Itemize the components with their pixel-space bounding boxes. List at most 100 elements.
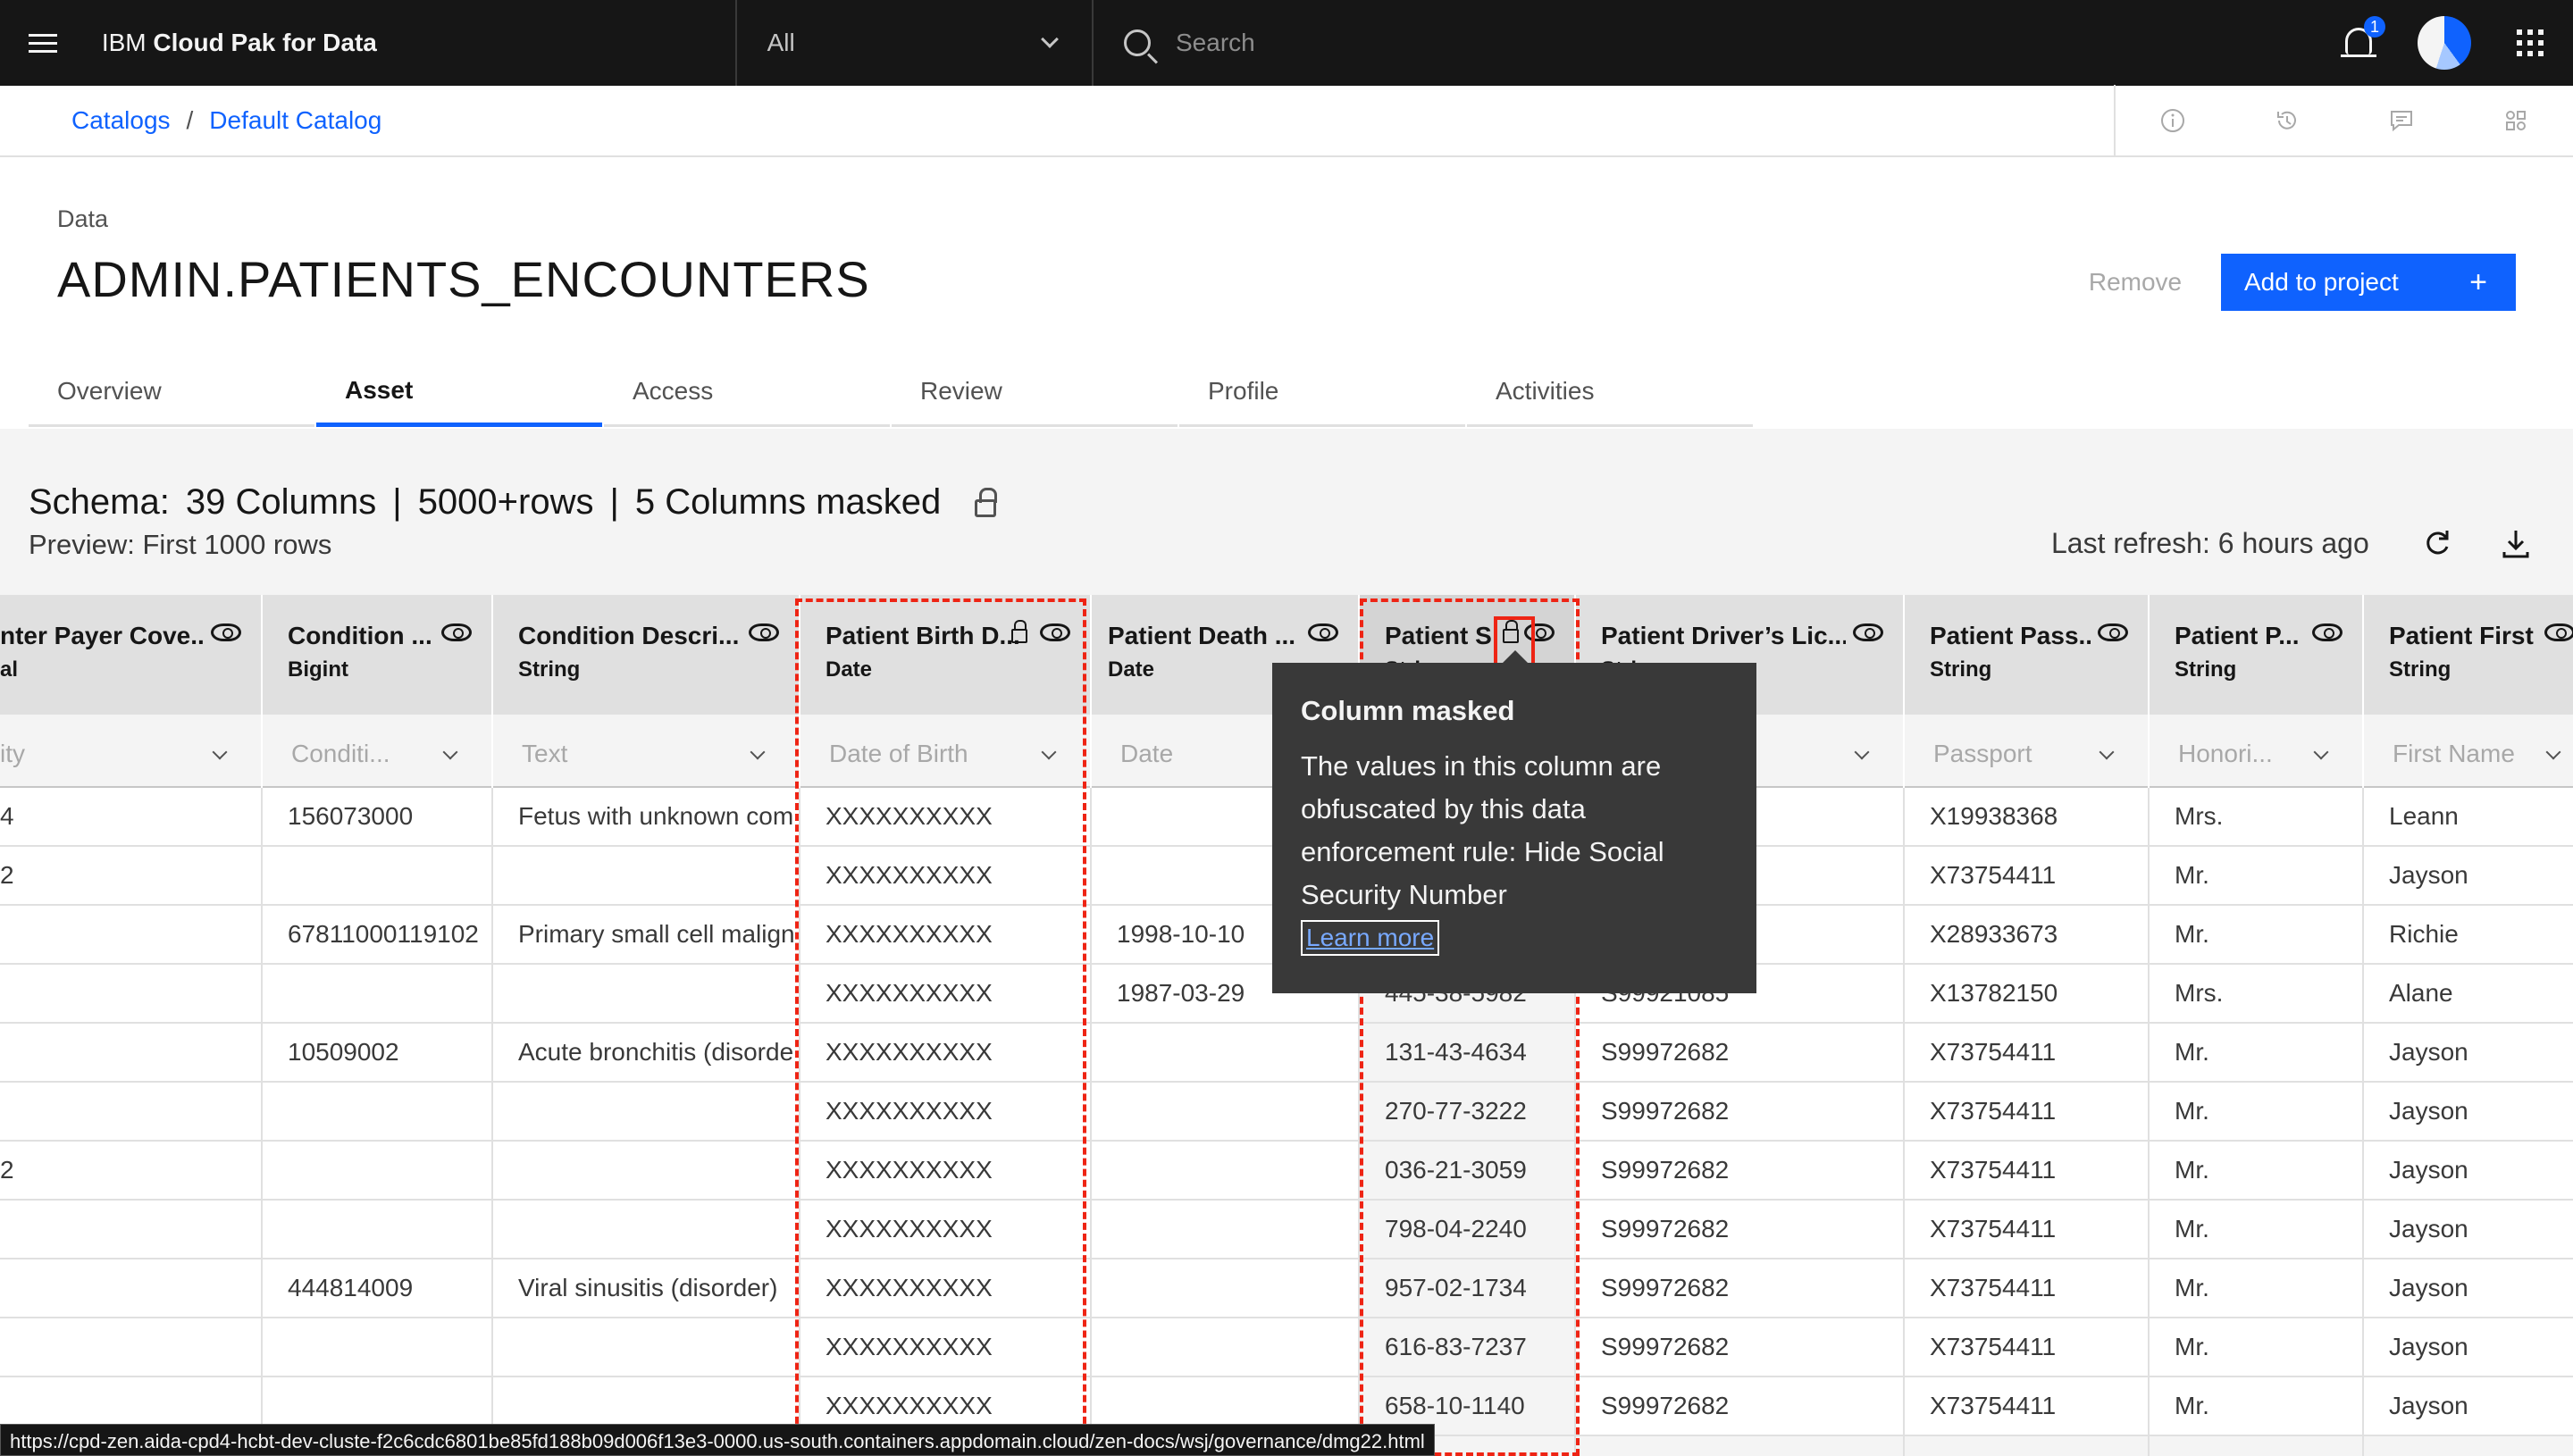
column-header[interactable]: Patient P... String bbox=[2150, 595, 2364, 715]
column-filter[interactable]: Honori... bbox=[2150, 715, 2364, 788]
table-cell bbox=[0, 906, 263, 920]
breadcrumb-catalogs[interactable]: Catalogs bbox=[71, 106, 171, 135]
table-row[interactable]: 2 XXXXXXXXXX 036-21-3059 S99972682 X73754411… bbox=[0, 1142, 2573, 1201]
tab-activities[interactable]: Activities bbox=[1467, 357, 1753, 427]
eye-icon[interactable] bbox=[1853, 623, 1883, 641]
refresh-icon[interactable] bbox=[2419, 525, 2455, 561]
chevron-down-icon bbox=[212, 744, 228, 760]
eye-icon[interactable] bbox=[2098, 623, 2128, 641]
column-type: al bbox=[0, 657, 19, 682]
table-cell: X73754411 bbox=[1930, 1215, 2057, 1243]
learn-more-link[interactable]: Learn more bbox=[1301, 920, 1440, 956]
table-cell bbox=[288, 847, 493, 861]
table-cell: Alane bbox=[2389, 979, 2453, 1007]
hamburger-menu-icon[interactable] bbox=[0, 0, 86, 86]
table-cell: X28933673 bbox=[1930, 920, 2058, 948]
column-header[interactable]: nter Payer Cove... al bbox=[0, 595, 263, 715]
eye-icon[interactable] bbox=[441, 623, 472, 641]
eye-icon[interactable] bbox=[2312, 623, 2343, 641]
schema-separator: | bbox=[392, 482, 402, 522]
table-cell: Mr. bbox=[2175, 1156, 2209, 1184]
table-cell: Jayson bbox=[2389, 861, 2468, 889]
table-cell: X19938368 bbox=[1930, 802, 2058, 830]
table-row[interactable]: 444814009 Viral sinusitis (disorder) XXXXX… bbox=[0, 1259, 2573, 1318]
add-to-project-label: Add to project bbox=[2244, 268, 2399, 296]
table-cell: 10509002 bbox=[288, 1038, 399, 1066]
table-cell bbox=[288, 965, 493, 979]
column-filter[interactable]: First Name bbox=[2364, 715, 2573, 788]
user-avatar-button[interactable] bbox=[2401, 0, 2487, 86]
tab-review[interactable]: Review bbox=[892, 357, 1178, 427]
column-name: Condition Descri... bbox=[518, 622, 740, 649]
table-cell: Mr. bbox=[2175, 861, 2209, 889]
table-cell bbox=[1117, 1318, 1360, 1333]
column-filter[interactable]: Conditi... bbox=[263, 715, 493, 788]
table-cell bbox=[0, 1024, 263, 1038]
table-cell: Mrs. bbox=[2175, 979, 2224, 1007]
column-name: Patient Death ... bbox=[1108, 622, 1296, 649]
table-cell: X13782150 bbox=[1930, 979, 2058, 1007]
eye-icon[interactable] bbox=[1308, 623, 1338, 641]
product-name[interactable]: IBM Cloud Pak for Data bbox=[86, 29, 735, 57]
remove-button[interactable]: Remove bbox=[2055, 254, 2216, 311]
table-cell bbox=[288, 1318, 493, 1333]
column-header[interactable]: Patient First N... String bbox=[2364, 595, 2573, 715]
column-type: String bbox=[1930, 657, 1992, 682]
column-name: Condition ... bbox=[288, 622, 432, 649]
table-cell: Jayson bbox=[2389, 1215, 2468, 1243]
eye-icon[interactable] bbox=[211, 623, 241, 641]
global-search-input[interactable]: Search bbox=[1092, 0, 2316, 86]
download-icon[interactable] bbox=[2498, 525, 2534, 561]
table-row[interactable]: XXXXXXXXXX 616-83-7237 S99972682 X73754411 M… bbox=[0, 1318, 2573, 1377]
notification-badge: 1 bbox=[2364, 16, 2385, 38]
notifications-button[interactable]: 1 bbox=[2316, 0, 2401, 86]
table-cell: Mr. bbox=[2175, 1215, 2209, 1243]
table-row[interactable]: XXXXXXXXXX 798-04-2240 S99972682 X73754411 M… bbox=[0, 1201, 2573, 1259]
column-header[interactable]: Condition ... Bigint bbox=[263, 595, 493, 715]
history-button[interactable] bbox=[2230, 85, 2344, 156]
related-assets-button[interactable] bbox=[2459, 85, 2573, 156]
info-button[interactable] bbox=[2116, 85, 2230, 156]
column-name: Patient First N... bbox=[2389, 622, 2537, 649]
eye-icon[interactable] bbox=[749, 623, 779, 641]
table-cell bbox=[518, 1201, 800, 1215]
table-row[interactable]: 10509002 Acute bronchitis (disorde XXXXXXX… bbox=[0, 1024, 2573, 1083]
table-cell: Mr. bbox=[2175, 1274, 2209, 1301]
table-cell bbox=[518, 1142, 800, 1156]
tab-overview[interactable]: Overview bbox=[29, 357, 314, 427]
schema-rows: 5000+rows bbox=[417, 482, 594, 522]
column-filter-value: Honori... bbox=[2178, 740, 2273, 767]
column-divider bbox=[2362, 788, 2364, 1456]
table-row[interactable]: XXXXXXXXXX 270-77-3222 S99972682 X73754411 M… bbox=[0, 1083, 2573, 1142]
column-filter-value: Text bbox=[522, 740, 568, 767]
column-type: String bbox=[2389, 657, 2451, 682]
chevron-down-icon bbox=[2099, 744, 2115, 760]
app-switcher-button[interactable] bbox=[2487, 0, 2573, 86]
column-divider bbox=[261, 788, 263, 1456]
table-cell: 156073000 bbox=[288, 802, 414, 830]
column-name: Patient P... bbox=[2175, 622, 2300, 649]
column-header[interactable]: Patient Pass... String bbox=[1905, 595, 2150, 715]
table-cell bbox=[288, 1083, 493, 1097]
column-filter[interactable]: ity bbox=[0, 715, 263, 788]
chevron-down-icon bbox=[2313, 744, 2329, 760]
column-header[interactable]: Condition Descri... String bbox=[493, 595, 800, 715]
table-cell: X73754411 bbox=[1930, 1392, 2057, 1419]
tooltip-title: Column masked bbox=[1301, 695, 1515, 726]
breadcrumb-default-catalog[interactable]: Default Catalog bbox=[209, 106, 381, 135]
comments-button[interactable] bbox=[2344, 85, 2459, 156]
chevron-down-icon bbox=[442, 744, 458, 760]
table-cell: S99972682 bbox=[1601, 1156, 1730, 1184]
table-cell: Mr. bbox=[2175, 1333, 2209, 1360]
column-filter[interactable]: Text bbox=[493, 715, 800, 788]
table-cell bbox=[518, 1377, 800, 1392]
tab-profile[interactable]: Profile bbox=[1179, 357, 1465, 427]
tab-access[interactable]: Access bbox=[604, 357, 890, 427]
search-scope-dropdown[interactable]: All bbox=[734, 0, 1092, 86]
table-cell bbox=[0, 1201, 263, 1215]
eye-icon[interactable] bbox=[2544, 623, 2573, 641]
table-cell bbox=[518, 1318, 800, 1333]
tab-asset[interactable]: Asset bbox=[316, 357, 602, 427]
add-to-project-button[interactable]: Add to project + bbox=[2221, 254, 2516, 311]
column-filter[interactable]: Passport bbox=[1905, 715, 2150, 788]
